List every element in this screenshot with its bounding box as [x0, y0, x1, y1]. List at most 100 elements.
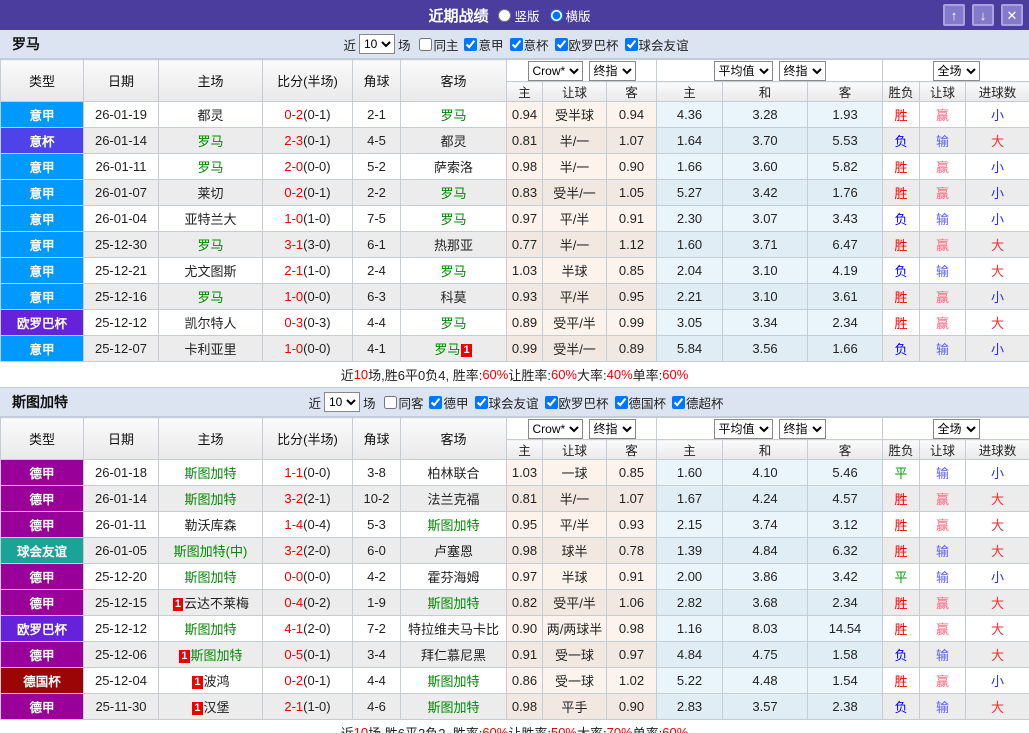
move-up-button[interactable]: ↑ — [943, 4, 965, 26]
corner-score: 7-2 — [353, 616, 401, 642]
bookmaker-select[interactable]: Crow* — [528, 61, 583, 81]
league-filter[interactable]: 球会友谊 — [625, 35, 689, 54]
away-team: 热那亚 — [401, 232, 507, 258]
league-filter[interactable]: 意甲 — [464, 35, 503, 54]
handicap-away-odds: 0.94 — [607, 102, 657, 128]
league-filter[interactable]: 欧罗巴杯 — [555, 35, 619, 54]
home-team: 尤文图斯 — [159, 258, 263, 284]
average-select[interactable]: 平均值 — [714, 419, 773, 439]
layout-option-vertical[interactable]: 竖版 — [498, 6, 539, 25]
average-select[interactable]: 终指 — [779, 61, 826, 81]
result-wdl: 胜 — [883, 102, 920, 128]
matches-table: 类型日期主场比分(半场)角球客场 Crow*终指 平均值终指 全场 主让球客主和… — [0, 59, 1029, 362]
score: 2-1(1-0) — [263, 258, 353, 284]
move-down-button[interactable]: ↓ — [972, 4, 994, 26]
layout-option-horizontal[interactable]: 横版 — [550, 6, 591, 25]
horizontal-radio-label: 横版 — [566, 6, 591, 25]
vertical-radio[interactable] — [498, 9, 511, 22]
away-team: 科莫 — [401, 284, 507, 310]
handicap-away-odds: 0.93 — [607, 512, 657, 538]
same-venue-checkbox[interactable] — [419, 38, 432, 51]
league-filter[interactable]: 德超杯 — [672, 393, 724, 412]
column-header: 比分(半场) — [263, 418, 353, 460]
league-filter[interactable]: 欧罗巴杯 — [545, 393, 609, 412]
match-row: 意甲 25-12-21 尤文图斯 2-1(1-0) 2-4 罗马 1.03 半球… — [1, 258, 1029, 284]
bookmaker-select[interactable]: 终指 — [589, 61, 636, 81]
away-team: 特拉维夫马卡比 — [401, 616, 507, 642]
league-checkbox[interactable] — [555, 38, 568, 51]
handicap-away-odds: 0.89 — [607, 336, 657, 362]
column-header: 角球 — [353, 418, 401, 460]
result-wdl: 胜 — [883, 590, 920, 616]
avg-away-odds: 4.57 — [808, 486, 883, 512]
avg-away-odds: 3.61 — [808, 284, 883, 310]
period-select[interactable]: 全场 — [933, 61, 980, 81]
league-badge: 德国杯 — [1, 668, 84, 694]
bookmaker-select[interactable]: Crow* — [528, 419, 583, 439]
away-team: 卢塞恩 — [401, 538, 507, 564]
period-select[interactable]: 全场 — [933, 419, 980, 439]
handicap-line: 平/半 — [543, 206, 607, 232]
result-wdl: 平 — [883, 460, 920, 486]
average-select[interactable]: 终指 — [779, 419, 826, 439]
rounds-label: 场 — [398, 35, 411, 54]
result-handicap: 赢 — [920, 232, 966, 258]
handicap-line: 半/一 — [543, 232, 607, 258]
sub-column-header: 进球数 — [966, 82, 1029, 102]
bookmaker-select[interactable]: 终指 — [589, 419, 636, 439]
filter-bar: 近 10 场 同客 德甲 球会友谊 欧罗巴杯 德国杯 德超杯 — [305, 392, 723, 412]
handicap-home-odds: 0.90 — [507, 616, 543, 642]
home-team: 斯图加特 — [159, 486, 263, 512]
league-checkbox[interactable] — [464, 38, 477, 51]
avg-draw-odds: 3.34 — [723, 310, 808, 336]
result-handicap: 赢 — [920, 284, 966, 310]
handicap-away-odds: 0.99 — [607, 310, 657, 336]
team-label: 凯尔特人 — [184, 316, 236, 331]
league-checkbox[interactable] — [475, 396, 488, 409]
league-filter[interactable]: 德甲 — [429, 393, 468, 412]
handicap-home-odds: 0.97 — [507, 564, 543, 590]
league-checkbox[interactable] — [615, 396, 628, 409]
league-checkbox[interactable] — [625, 38, 638, 51]
avg-draw-odds: 8.03 — [723, 616, 808, 642]
same-venue-filter[interactable]: 同主 — [419, 35, 458, 54]
sub-column-header: 客 — [808, 82, 883, 102]
avg-away-odds: 2.38 — [808, 694, 883, 720]
team-label: 都灵 — [440, 134, 466, 149]
league-checkbox[interactable] — [672, 396, 685, 409]
average-select[interactable]: 平均值 — [714, 61, 773, 81]
horizontal-radio[interactable] — [550, 9, 563, 22]
rounds-select[interactable]: 10 — [324, 392, 360, 412]
same-venue-checkbox[interactable] — [384, 396, 397, 409]
match-row: 意甲 25-12-16 罗马 1-0(0-0) 6-3 科莫 0.93 平/半 … — [1, 284, 1029, 310]
avg-home-odds: 2.82 — [657, 590, 723, 616]
close-button[interactable]: ✕ — [1001, 4, 1023, 26]
result-wdl: 胜 — [883, 310, 920, 336]
team-label: 斯图加特(中) — [174, 544, 248, 559]
same-venue-filter[interactable]: 同客 — [384, 393, 423, 412]
result-handicap: 赢 — [920, 154, 966, 180]
league-checkbox[interactable] — [429, 396, 442, 409]
result-handicap: 输 — [920, 538, 966, 564]
avg-home-odds: 5.84 — [657, 336, 723, 362]
result-wdl: 胜 — [883, 284, 920, 310]
result-handicap: 输 — [920, 206, 966, 232]
average-group: 平均值终指 — [657, 60, 883, 82]
away-team: 萨索洛 — [401, 154, 507, 180]
avg-home-odds: 5.27 — [657, 180, 723, 206]
handicap-line: 受平/半 — [543, 590, 607, 616]
avg-draw-odds: 3.86 — [723, 564, 808, 590]
league-filter[interactable]: 德国杯 — [615, 393, 667, 412]
team-label: 斯图加特 — [427, 674, 479, 689]
corner-score: 4-1 — [353, 336, 401, 362]
rounds-select[interactable]: 10 — [359, 34, 395, 54]
handicap-away-odds: 0.85 — [607, 258, 657, 284]
result-goals: 大 — [966, 486, 1029, 512]
handicap-home-odds: 0.91 — [507, 642, 543, 668]
match-row: 德甲 25-12-20 斯图加特 0-0(0-0) 4-2 霍芬海姆 0.97 … — [1, 564, 1029, 590]
league-filter[interactable]: 球会友谊 — [475, 393, 539, 412]
summary-text: 场,胜6平2负2, 胜率: — [368, 723, 482, 734]
league-filter[interactable]: 意杯 — [510, 35, 549, 54]
league-checkbox[interactable] — [510, 38, 523, 51]
league-checkbox[interactable] — [545, 396, 558, 409]
